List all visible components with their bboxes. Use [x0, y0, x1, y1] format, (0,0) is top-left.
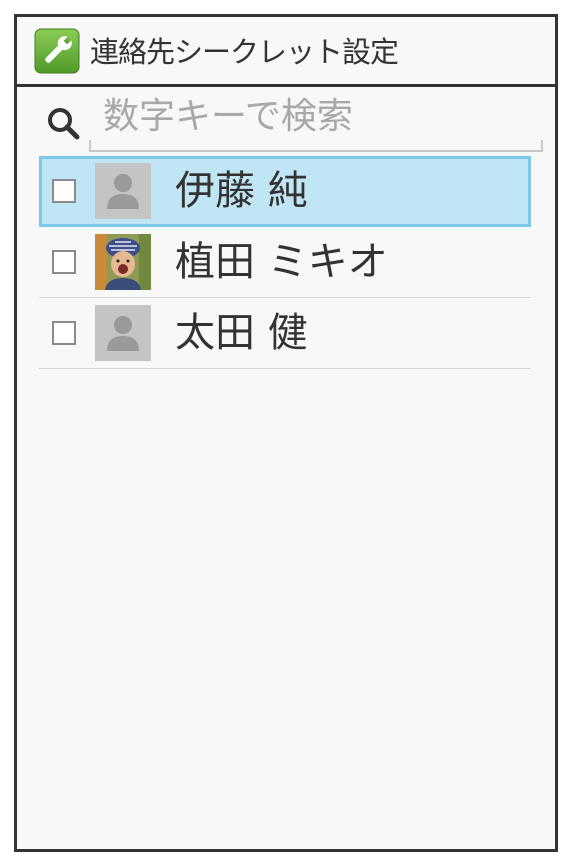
search-underline-left-tick: [89, 140, 91, 152]
wrench-icon: [34, 28, 80, 74]
title-bar: 連絡先シークレット設定: [17, 17, 555, 87]
contact-checkbox[interactable]: [52, 250, 76, 274]
contact-row[interactable]: 伊藤 純: [39, 156, 531, 227]
search-input[interactable]: [89, 90, 543, 152]
search-bar: [17, 90, 555, 156]
contact-checkbox[interactable]: [52, 321, 76, 345]
default-avatar-icon: [95, 305, 151, 361]
contact-row[interactable]: 太田 健: [39, 298, 531, 369]
contact-row[interactable]: 植田 ミキオ: [39, 227, 531, 298]
contact-checkbox[interactable]: [52, 179, 76, 203]
contact-name: 伊藤 純: [175, 168, 308, 214]
contact-name: 植田 ミキオ: [175, 239, 388, 285]
contact-photo-avatar: [95, 234, 151, 290]
contact-list: 伊藤 純 植田 ミキオ 太田 健: [39, 156, 531, 369]
search-icon: [48, 108, 80, 140]
search-underline-right-tick: [541, 140, 543, 152]
page-title: 連絡先シークレット設定: [90, 35, 399, 69]
default-avatar-icon: [95, 163, 151, 219]
screen-frame: 連絡先シークレット設定 伊藤 純: [14, 14, 558, 852]
contact-name: 太田 健: [175, 310, 308, 356]
